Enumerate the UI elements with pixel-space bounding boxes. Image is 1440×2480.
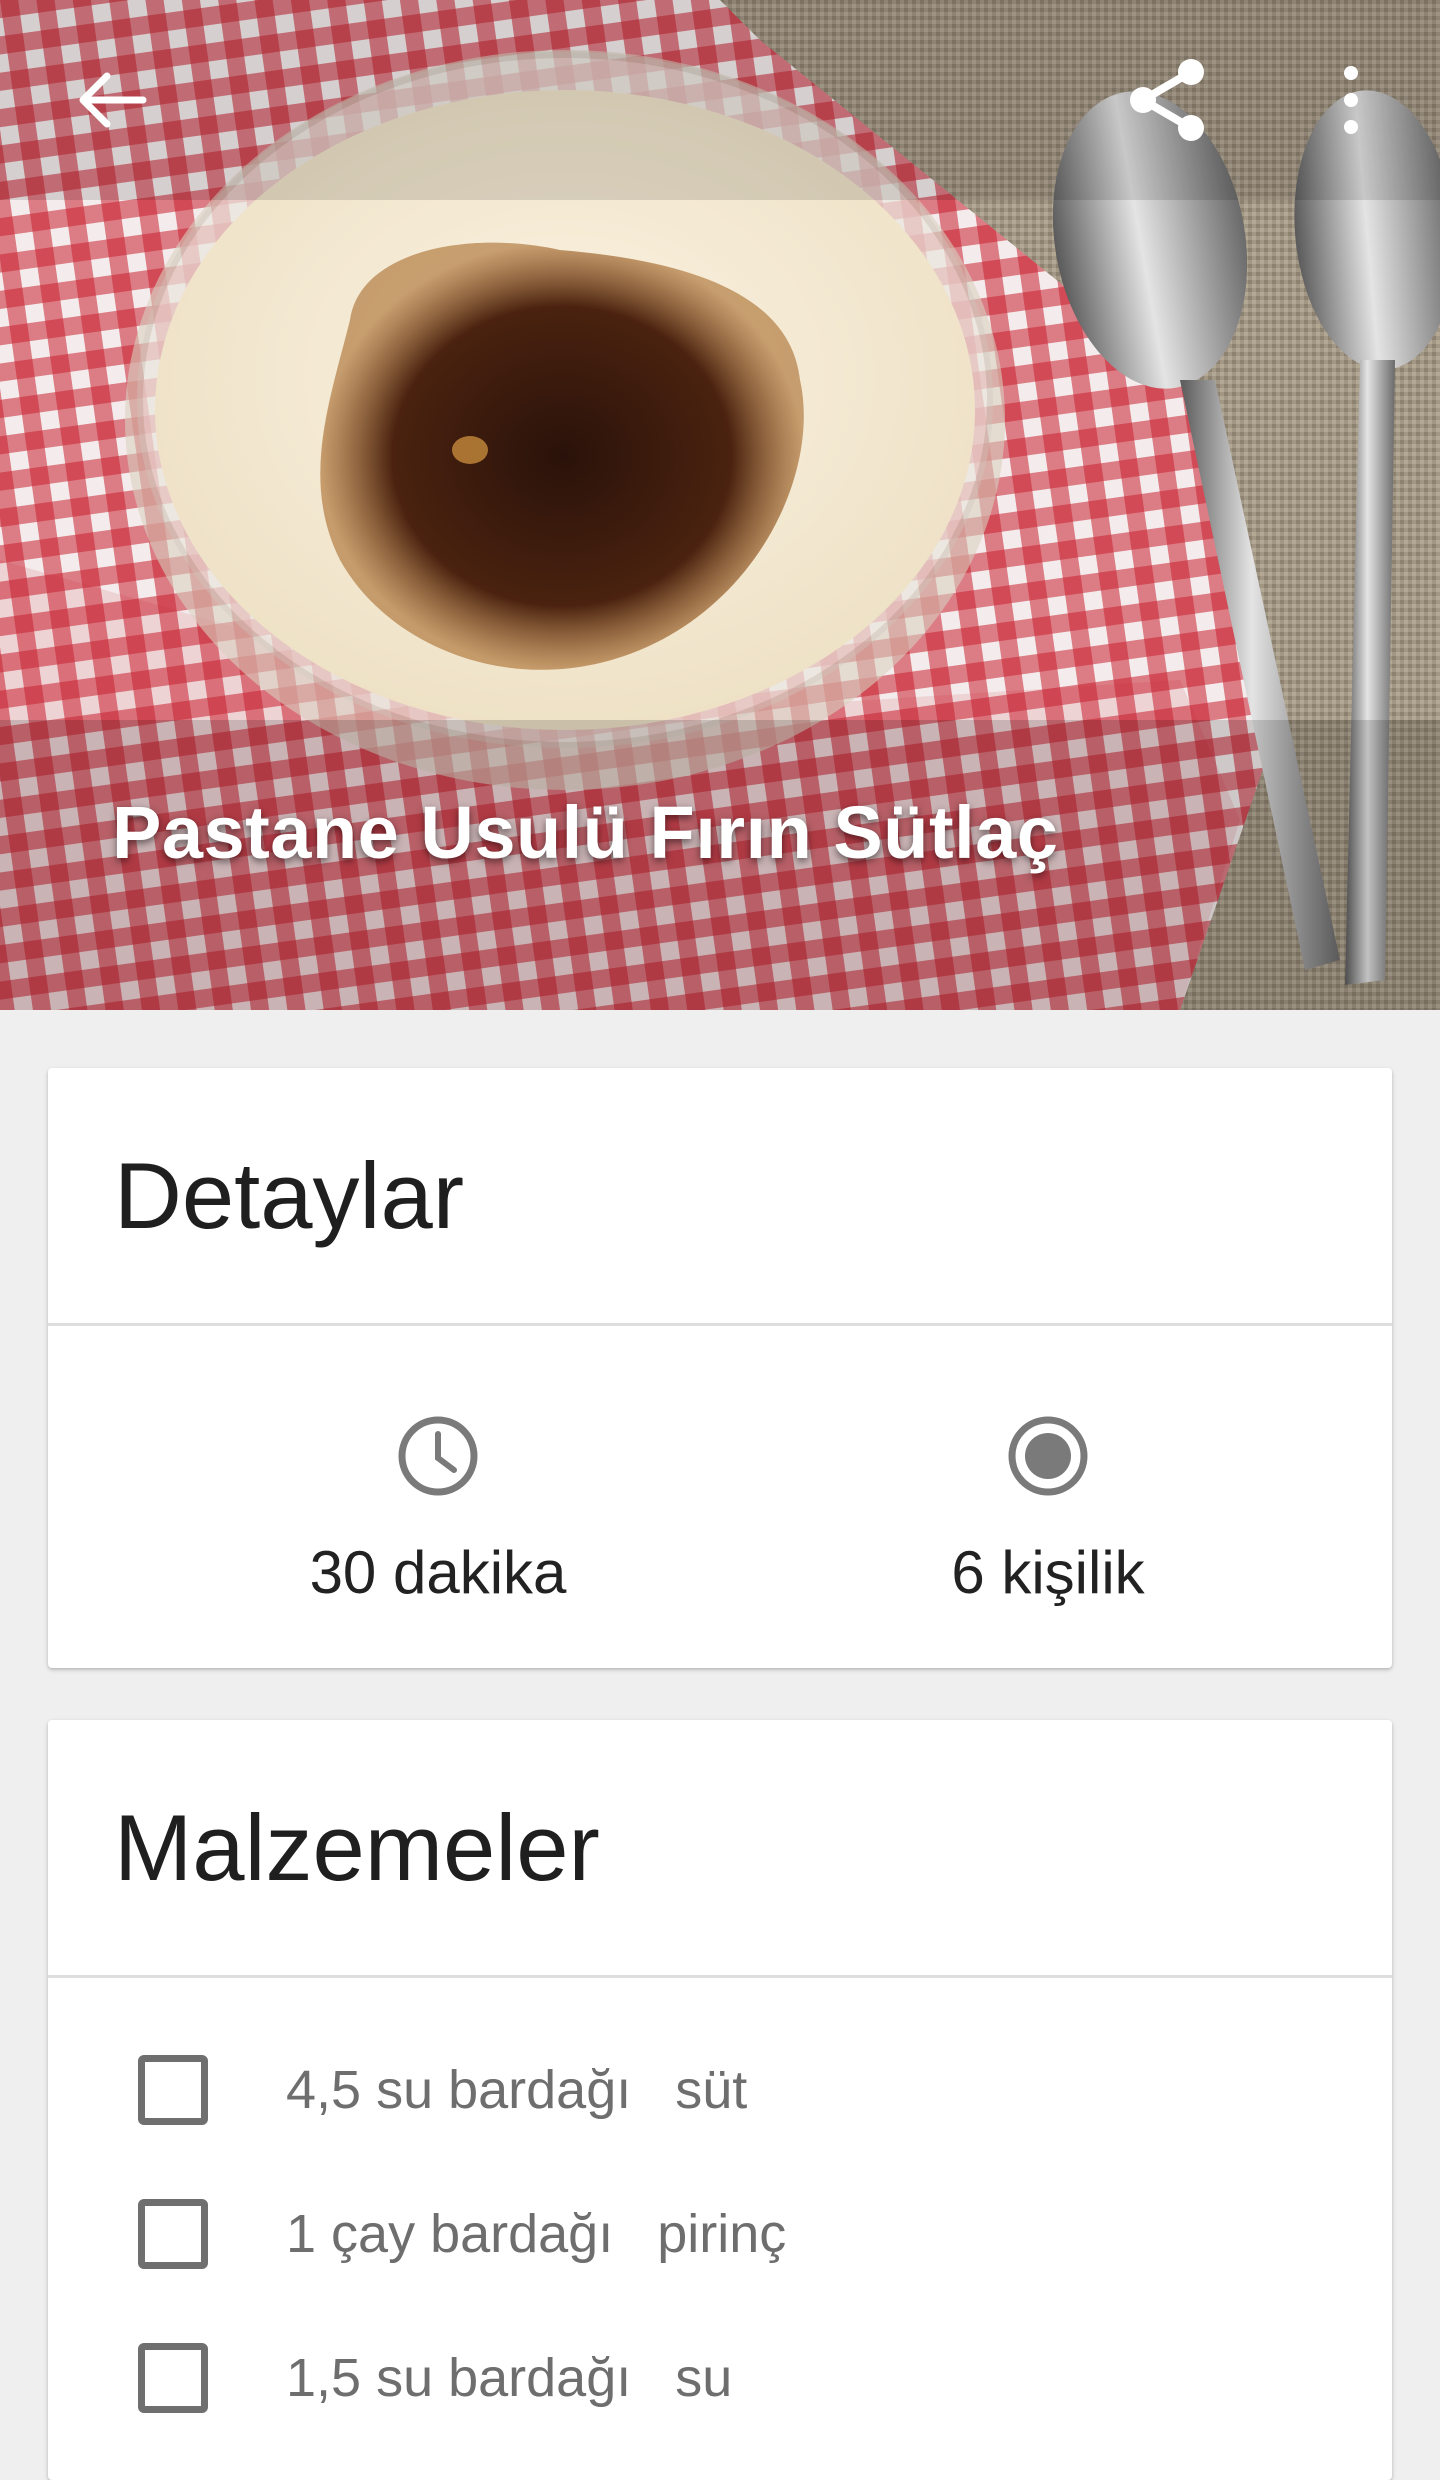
ingredient-item[interactable]: 1 çay bardağı pirinç	[138, 2189, 1338, 2279]
ingredient-amount: 1 çay bardağı	[286, 2204, 614, 2264]
radio-filled-icon	[1008, 1416, 1088, 1496]
prep-time-label: 30 dakika	[309, 1539, 567, 1606]
details-title: Detaylar	[48, 1068, 1392, 1326]
ingredient-checkbox[interactable]	[138, 2055, 208, 2125]
share-button[interactable]	[1112, 45, 1222, 155]
arrow-left-icon	[79, 72, 147, 128]
share-icon	[1130, 59, 1204, 141]
hero-header: Pastane Usulü Fırın Sütlaç	[0, 0, 1440, 1010]
details-card: Detaylar 30 dakika 6 kişilik	[48, 1068, 1392, 1668]
ingredient-checkbox[interactable]	[138, 2343, 208, 2413]
details-row: 30 dakika 6 kişilik	[48, 1326, 1392, 1666]
more-vertical-icon	[1344, 66, 1358, 134]
ingredient-amount: 4,5 su bardağı	[286, 2060, 632, 2120]
ingredient-amount: 1,5 su bardağı	[286, 2348, 632, 2408]
ingredient-name: pirinç	[657, 2204, 787, 2264]
ingredient-item[interactable]: 1,5 su bardağı su	[138, 2333, 1338, 2423]
ingredient-name: su	[675, 2348, 733, 2408]
ingredients-card: Malzemeler 4,5 su bardağı süt 1 çay bard…	[48, 1720, 1392, 2480]
recipe-title: Pastane Usulü Fırın Sütlaç	[112, 791, 1059, 874]
back-button[interactable]	[57, 45, 167, 155]
ingredient-item[interactable]: 4,5 su bardağı süt	[138, 2045, 1338, 2135]
ingredients-title: Malzemeler	[48, 1720, 1392, 1978]
more-options-button[interactable]	[1296, 45, 1406, 155]
ingredient-name: süt	[675, 2060, 748, 2120]
servings-label: 6 kişilik	[951, 1539, 1145, 1606]
ingredient-checkbox[interactable]	[138, 2199, 208, 2269]
clock-icon	[398, 1416, 478, 1496]
